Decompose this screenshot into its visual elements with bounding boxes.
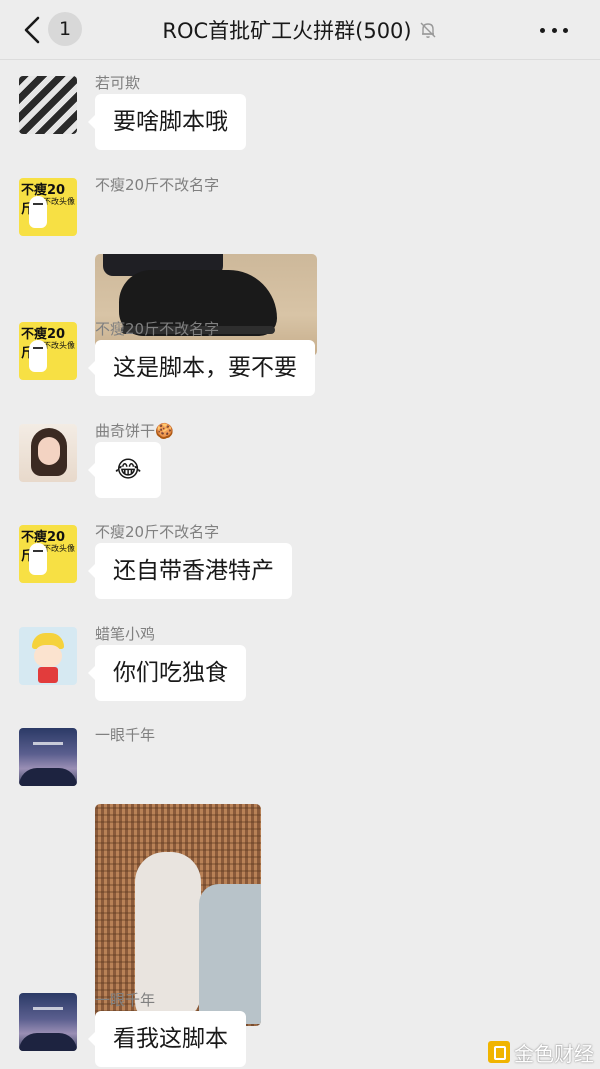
sender-name: 蜡笔小鸡	[95, 625, 156, 643]
sender-name: 若可欺	[95, 74, 141, 92]
chat-title: ROC首批矿工火拼群(500)	[162, 19, 412, 43]
message-bubble[interactable]: 看我这脚本	[88, 1011, 246, 1067]
avatar-sticker-sub: 不改头像	[43, 544, 75, 553]
sender-name: 一眼千年	[95, 991, 156, 1009]
message-row: 蜡笔小鸡 你们吃独食	[0, 625, 600, 707]
avatar[interactable]	[19, 993, 77, 1051]
message-bubble[interactable]: 这是脚本，要不要	[88, 340, 315, 396]
message-bubble[interactable]: 你们吃独食	[88, 645, 246, 701]
avatar[interactable]: 不瘦20斤 不改头像	[19, 525, 77, 583]
chat-header: 1 ROC首批矿工火拼群(500)	[0, 0, 600, 60]
sender-name: 一眼千年	[95, 726, 156, 744]
more-options-icon[interactable]	[532, 18, 576, 42]
message-row: 曲奇饼干🍪 😂	[0, 422, 600, 504]
sender-name: 不瘦20斤不改名字	[95, 176, 220, 194]
message-bubble[interactable]: 还自带香港特产	[88, 543, 292, 599]
message-row: 不瘦20斤 不改头像 不瘦20斤不改名字	[0, 176, 600, 356]
message-bubble[interactable]: 要啥脚本哦	[88, 94, 246, 150]
message-row: 不瘦20斤 不改头像 不瘦20斤不改名字 这是脚本，要不要	[0, 320, 600, 402]
avatar[interactable]	[19, 728, 77, 786]
sender-name: 不瘦20斤不改名字	[95, 320, 220, 338]
avatar-sticker-sub: 不改头像	[43, 197, 75, 206]
message-row: 若可欺 要啥脚本哦	[0, 74, 600, 156]
sender-name: 不瘦20斤不改名字	[95, 523, 220, 541]
avatar[interactable]	[19, 424, 77, 482]
message-row: 不瘦20斤 不改头像 不瘦20斤不改名字 还自带香港特产	[0, 523, 600, 605]
watermark-text: 金色财经	[514, 1041, 594, 1066]
avatar-sticker-sub: 不改头像	[43, 341, 75, 350]
chat-title-area: ROC首批矿工火拼群(500)	[110, 0, 490, 60]
avatar[interactable]	[19, 76, 77, 134]
avatar[interactable]	[19, 627, 77, 685]
unread-count-badge[interactable]: 1	[48, 12, 82, 46]
sender-name: 曲奇饼干🍪	[95, 422, 174, 440]
back-chevron-icon[interactable]	[20, 15, 44, 45]
message-bubble[interactable]: 😂	[88, 442, 161, 498]
watermark: 金色财经	[488, 1040, 594, 1066]
message-row: 一眼千年	[0, 726, 600, 1026]
watermark-logo-icon	[488, 1041, 510, 1063]
mute-bell-icon	[420, 22, 436, 38]
avatar[interactable]: 不瘦20斤 不改头像	[19, 322, 77, 380]
avatar[interactable]: 不瘦20斤 不改头像	[19, 178, 77, 236]
